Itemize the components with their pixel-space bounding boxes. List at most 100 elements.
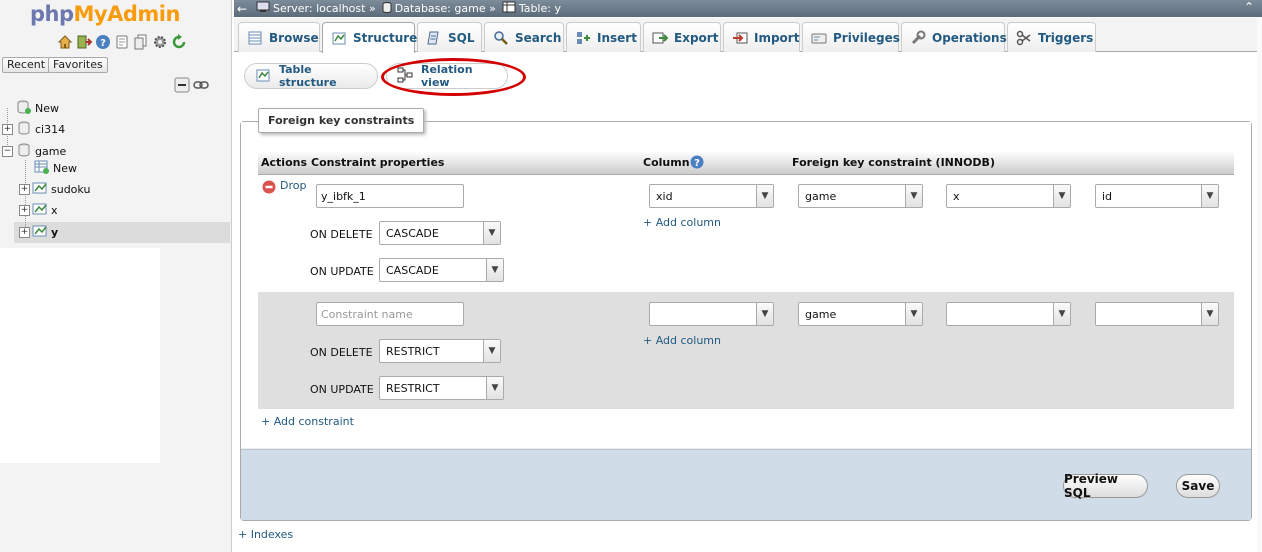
copy-icon[interactable] [133,34,149,50]
scrollbar[interactable] [1257,17,1262,552]
logo-php-text: php [30,2,74,26]
drop-link[interactable]: Drop [280,179,306,192]
tab-operations[interactable]: Operations [901,22,1007,52]
ref-column-select[interactable]: ▼ [1095,302,1219,326]
sql-icon [426,30,442,46]
table-icon [32,223,48,242]
breadcrumb-server-label: Server: localhost » [273,2,376,15]
tree-item-label: game [35,144,67,158]
tab-label: Privileges [833,30,900,45]
tree-item-new-database[interactable]: New [16,98,59,118]
indexes-link[interactable]: + Indexes [238,528,293,541]
phpmyadmin-logo[interactable]: phpMyAdmin [30,2,180,26]
tab-browse[interactable]: Browse [238,22,320,52]
nav-icon-bar: ? [57,34,187,50]
tab-label: Operations [932,30,1007,45]
header-actions: Actions [261,156,307,169]
tab-label: Import [754,30,800,45]
select-value: xid [656,189,673,203]
ref-table-select[interactable]: x ▼ [946,184,1071,208]
add-column-link[interactable]: + Add column [643,216,721,229]
tab-triggers[interactable]: Triggers [1007,22,1096,52]
column-select[interactable]: xid ▼ [649,184,774,208]
reload-icon[interactable] [171,34,187,50]
tree-item-sudoku[interactable]: + sudoku [19,179,90,199]
subtab-label: Table structure [279,63,337,89]
fieldset-legend: Foreign key constraints [258,108,425,133]
header-foreign-key: Foreign key constraint (INNODB) [792,156,995,169]
chevron-down-icon: ▼ [1201,185,1218,207]
chevron-down-icon: ▼ [756,303,773,325]
tab-insert[interactable]: Insert [566,22,641,52]
on-update-select[interactable]: RESTRICT ▼ [379,376,504,400]
tab-privileges[interactable]: Privileges [802,22,900,52]
select-value: RESTRICT [386,381,440,395]
tree-item-label: y [51,225,59,239]
highlight-annotation [381,58,526,96]
breadcrumb-server[interactable]: Server: localhost » [256,1,376,16]
tree-item-new-table[interactable]: New [34,158,77,178]
favorites-button[interactable]: Favorites [48,57,108,73]
database-icon [16,120,32,139]
ref-database-select[interactable]: game ▼ [798,184,923,208]
expand-icon[interactable]: + [2,123,13,135]
select-value: RESTRICT [386,344,440,358]
expand-icon[interactable]: + [19,226,30,238]
recent-button[interactable]: Recent [2,57,51,73]
collapse-icon[interactable]: − [2,145,13,157]
on-update-select[interactable]: CASCADE ▼ [379,258,504,282]
tab-label: Triggers [1038,30,1094,45]
chevron-down-icon: ▼ [1201,303,1218,325]
breadcrumb-database[interactable]: Database: game » [382,1,496,16]
save-button[interactable]: Save [1176,474,1220,498]
wrench-icon [910,30,926,46]
tree-item-label: x [51,203,58,217]
constraint-name-input[interactable]: y_ibfk_1 [316,184,464,208]
scroll-top-icon[interactable]: ⌃ [1244,0,1254,14]
expand-icon[interactable]: + [19,183,30,195]
subtab-table-structure[interactable]: Table structure [244,63,378,89]
ref-column-select[interactable]: id ▼ [1095,184,1219,208]
logout-icon[interactable] [76,34,93,50]
docs-icon[interactable] [114,34,130,50]
header-constraint-properties: Constraint properties [311,156,445,169]
tab-search[interactable]: Search [484,22,564,52]
add-column-link[interactable]: + Add column [643,334,721,347]
link-with-main-icon[interactable] [193,77,209,93]
chevron-down-icon: ▼ [1053,303,1070,325]
tree-item-ci314[interactable]: + ci314 [2,119,65,139]
tab-label: SQL [448,30,475,45]
tab-export[interactable]: Export [643,22,721,52]
tab-sql[interactable]: SQL [417,22,482,52]
select-value: CASCADE [386,226,439,240]
column-select[interactable]: ▼ [649,302,774,326]
chevron-down-icon: ▼ [905,303,922,325]
tree-item-x[interactable]: + x [19,200,58,220]
on-delete-select[interactable]: RESTRICT ▼ [379,339,501,363]
chevron-down-icon: ▼ [486,377,503,399]
home-icon[interactable] [57,34,73,50]
expand-icon[interactable]: + [19,204,30,216]
constraint-name-input[interactable]: Constraint name [316,302,464,326]
on-delete-select[interactable]: CASCADE ▼ [379,221,501,245]
tab-structure[interactable]: Structure [322,22,418,53]
help-icon[interactable]: ? [690,155,704,172]
server-icon [256,1,270,16]
preview-sql-button[interactable]: Preview SQL [1063,472,1148,500]
add-constraint-link[interactable]: + Add constraint [261,415,354,428]
tab-label: Structure [353,31,418,45]
chevron-down-icon: ▼ [905,185,922,207]
ref-table-select[interactable]: ▼ [946,302,1071,326]
tree-item-y[interactable]: + y [19,222,58,242]
collapse-all-icon[interactable] [174,77,190,93]
ref-database-select[interactable]: game ▼ [798,302,923,326]
tab-import[interactable]: Import [723,22,800,52]
back-arrow-icon[interactable]: ← [234,2,250,16]
import-icon [732,30,748,46]
help-icon[interactable]: ? [95,34,111,50]
tab-label: Insert [597,30,637,45]
chevron-down-icon: ▼ [486,259,503,281]
drop-icon[interactable] [262,180,276,197]
settings-icon[interactable] [152,34,168,50]
breadcrumb-table[interactable]: Table: y [502,1,561,16]
